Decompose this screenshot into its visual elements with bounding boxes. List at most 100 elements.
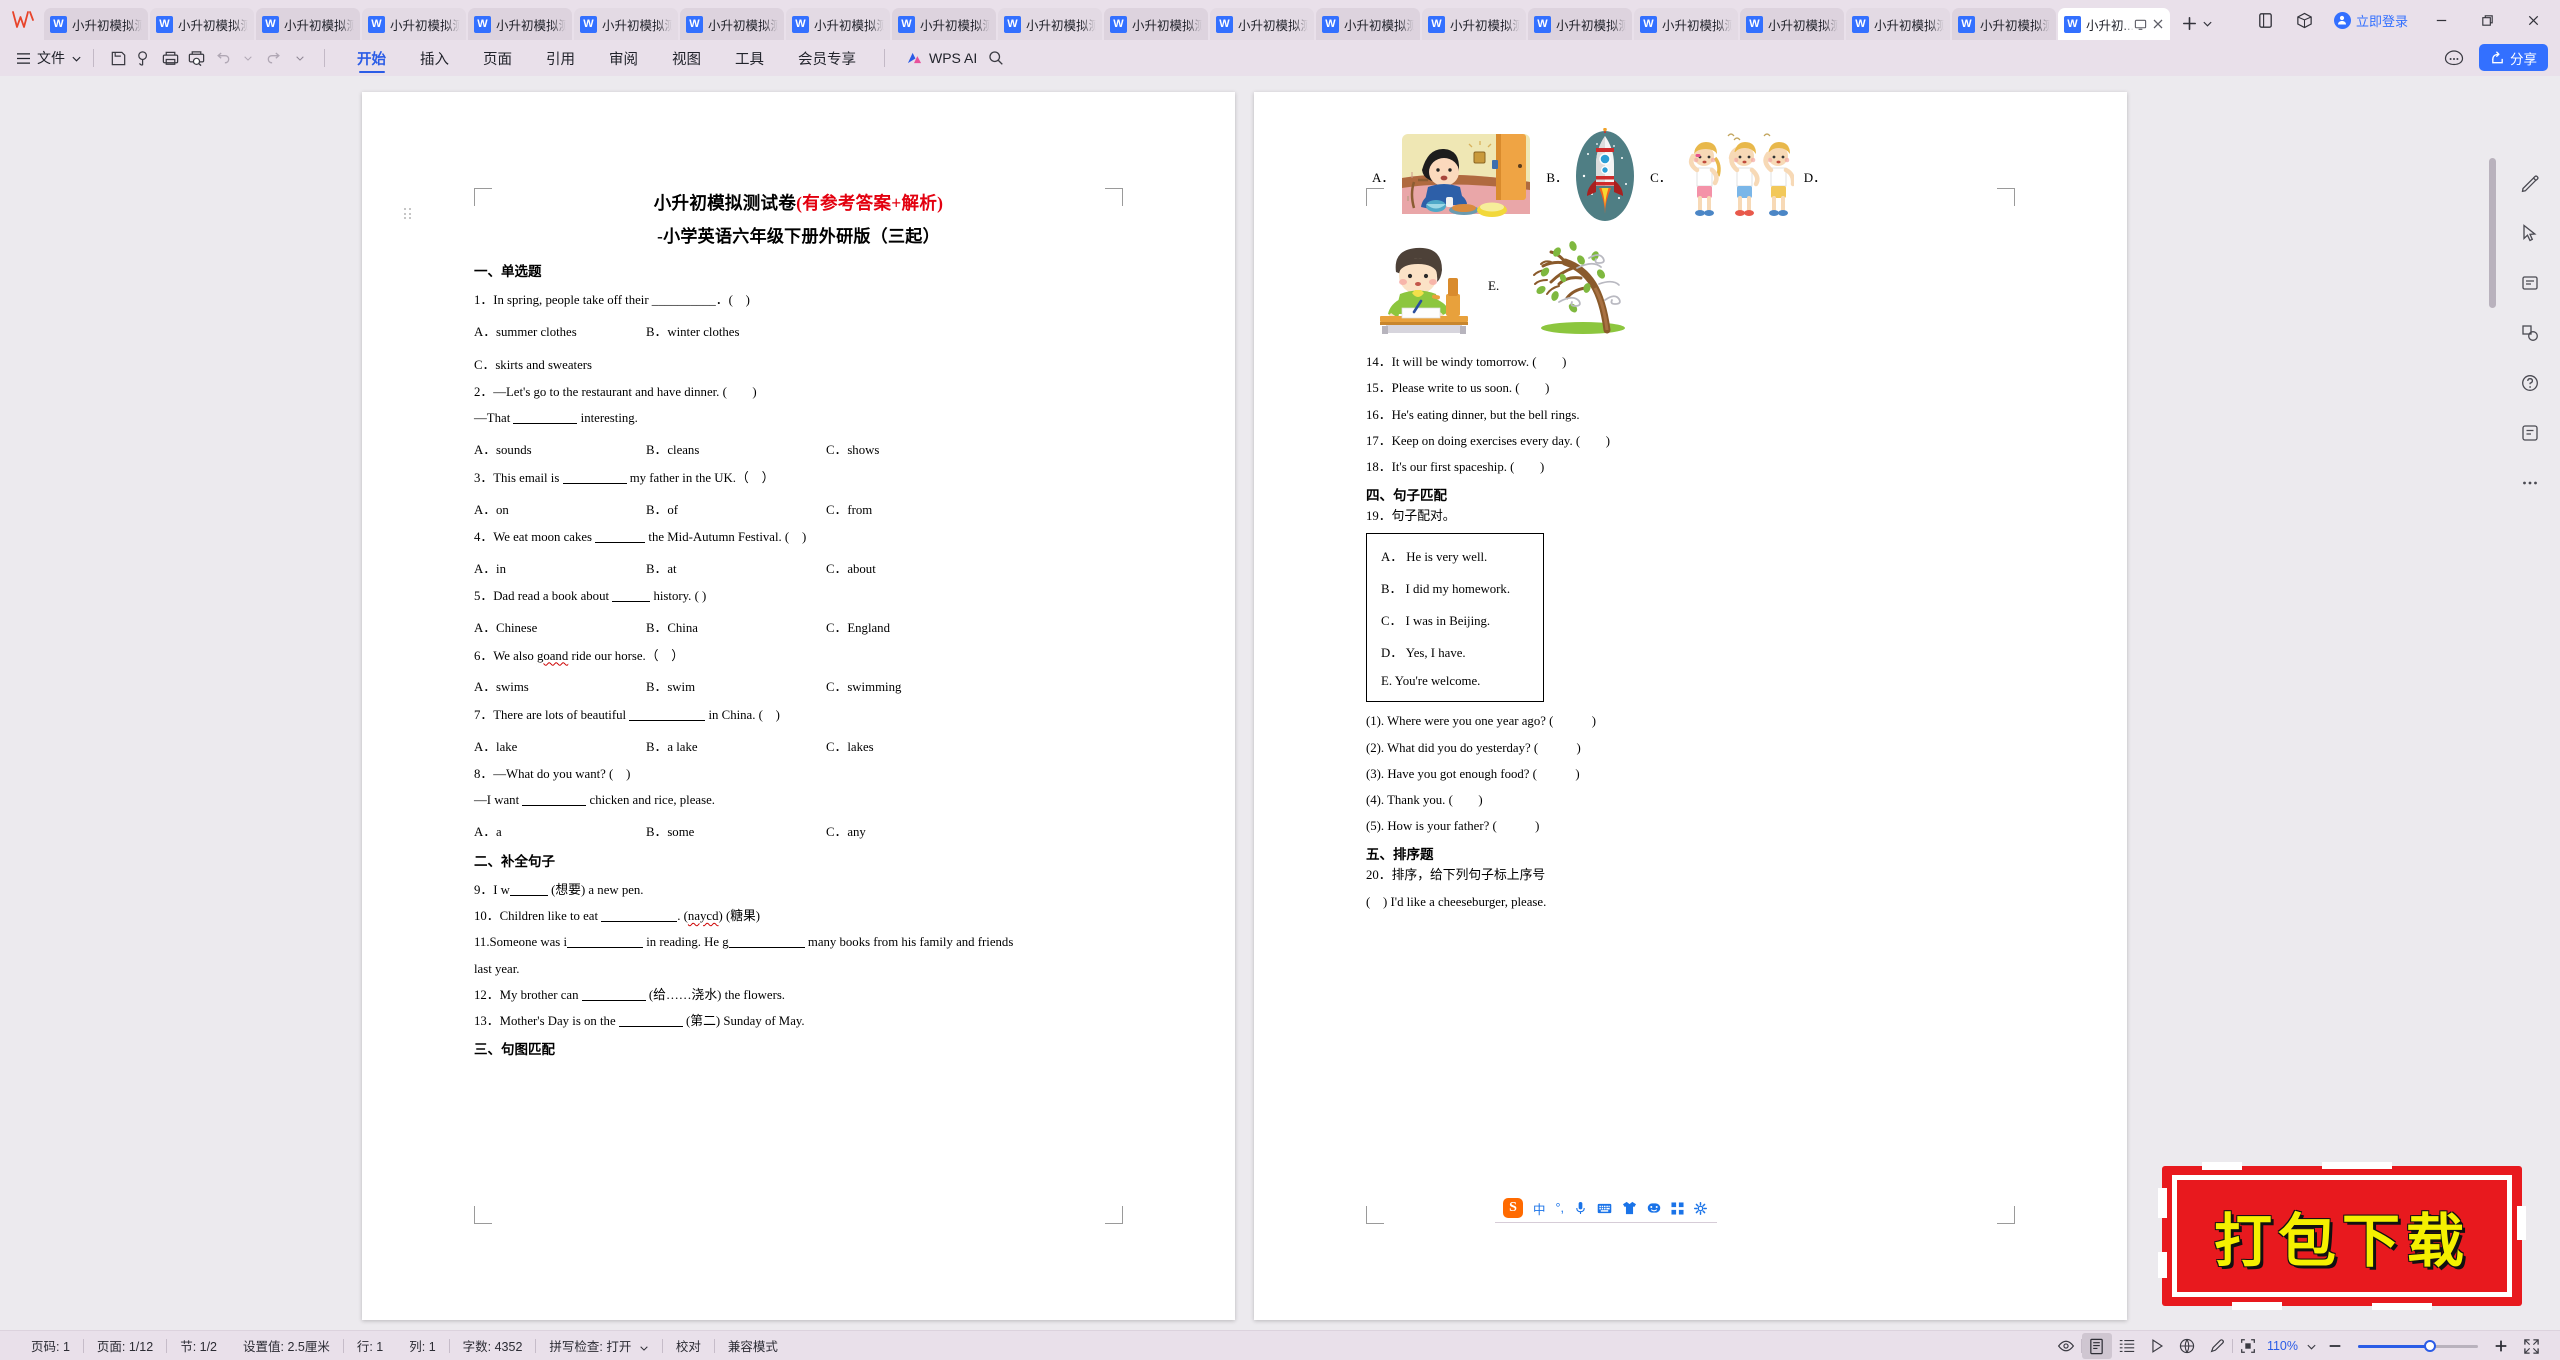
zoom-out-button[interactable] <box>2320 1333 2350 1359</box>
document-page-left[interactable]: 小升初模拟测试卷(有参考答案+解析) -小学英语六年级下册外研版（三起） 一、单… <box>362 92 1235 1320</box>
undo-dropdown-icon[interactable] <box>235 45 261 71</box>
save-icon[interactable] <box>105 45 131 71</box>
ribbon-tab-page[interactable]: 页面 <box>466 41 529 75</box>
feedback-icon[interactable] <box>2515 418 2545 448</box>
status-word-count[interactable]: 字数: 4352 <box>450 1336 536 1355</box>
document-tab[interactable]: W 小升初模拟测... <box>1952 8 2056 40</box>
document-tab[interactable]: W 小升初模拟测... <box>1422 8 1526 40</box>
status-margin-value[interactable]: 设置值: 2.5厘米 <box>230 1336 343 1355</box>
status-page-number[interactable]: 页码: 1 <box>18 1336 83 1355</box>
undo-icon[interactable] <box>209 45 235 71</box>
zoom-dropdown-icon[interactable] <box>2302 1333 2320 1359</box>
document-tab[interactable]: W 小升初模拟测... <box>680 8 784 40</box>
ribbon-tab-insert[interactable]: 插入 <box>403 41 466 75</box>
print-preview-icon[interactable] <box>183 45 209 71</box>
fullscreen-icon[interactable] <box>2516 1333 2546 1359</box>
app-center-icon[interactable] <box>2295 11 2314 30</box>
status-page-count[interactable]: 页面: 1/12 <box>84 1336 166 1355</box>
help-icon[interactable] <box>2515 368 2545 398</box>
new-tab-button[interactable] <box>2180 14 2213 33</box>
settings-icon[interactable] <box>1694 1201 1707 1215</box>
status-proofread[interactable]: 校对 <box>663 1336 714 1355</box>
more-dots-icon[interactable] <box>2515 468 2545 498</box>
ribbon-tab-review[interactable]: 审阅 <box>592 41 655 75</box>
ime-mode-label[interactable]: 中 <box>1533 1199 1546 1218</box>
ocr-icon[interactable] <box>2515 268 2545 298</box>
share-button[interactable]: 分享 <box>2479 44 2548 71</box>
zoom-slider-knob[interactable] <box>2424 1340 2436 1352</box>
pointer-icon[interactable] <box>2515 218 2545 248</box>
hamburger-icon <box>16 52 30 64</box>
ribbon-tab-member[interactable]: 会员专享 <box>781 41 873 75</box>
highlighter-icon[interactable] <box>2202 1333 2232 1359</box>
vertical-scrollbar[interactable] <box>2488 158 2498 1294</box>
mic-icon[interactable] <box>1574 1201 1587 1215</box>
document-tab[interactable]: W 小升初模拟测... <box>892 8 996 40</box>
document-tab[interactable]: W 小升初模拟测... <box>786 8 890 40</box>
tab-display-icon[interactable] <box>2134 18 2147 31</box>
document-tab[interactable]: W 小升初模拟测... <box>44 8 148 40</box>
zoom-slider[interactable] <box>2358 1339 2478 1353</box>
document-tab[interactable]: W 小升初模拟测... <box>1846 8 1950 40</box>
page-layout-icon[interactable] <box>2081 1333 2112 1359</box>
status-column[interactable]: 列: 1 <box>396 1336 448 1355</box>
status-line[interactable]: 行: 1 <box>344 1336 396 1355</box>
close-window-button[interactable] <box>2520 7 2546 33</box>
presentation-icon[interactable] <box>2142 1333 2172 1359</box>
skin-icon[interactable] <box>1622 1201 1637 1215</box>
search-replace-icon[interactable] <box>131 45 157 71</box>
document-tab[interactable]: W 小升初模拟测... <box>1104 8 1208 40</box>
ribbon-tab-view[interactable]: 视图 <box>655 41 718 75</box>
sogou-ime-toolbar[interactable]: S 中 °, <box>1503 1197 1707 1219</box>
document-tab[interactable]: W 小升初模拟测... <box>150 8 254 40</box>
document-tab[interactable]: W 小升初模拟测... <box>362 8 466 40</box>
wps-ai-button[interactable]: WPS AI <box>906 50 977 66</box>
document-tab[interactable]: W 小升初模拟测... <box>1634 8 1738 40</box>
document-tab[interactable]: W 小升初模拟测... <box>1316 8 1420 40</box>
status-compat-mode[interactable]: 兼容模式 <box>715 1336 791 1355</box>
eye-icon[interactable] <box>2051 1333 2081 1359</box>
login-button[interactable]: 立即登录 <box>2333 11 2408 30</box>
ime-punctuation-toggle[interactable]: °, <box>1556 1201 1564 1215</box>
outline-icon[interactable] <box>2112 1333 2142 1359</box>
apps-icon[interactable] <box>1671 1201 1684 1215</box>
document-tab[interactable]: W 小升初模拟测... <box>574 8 678 40</box>
document-tab[interactable]: W 小升初模拟测... <box>1528 8 1632 40</box>
redo-icon[interactable] <box>261 45 287 71</box>
redo-dropdown-icon[interactable] <box>287 45 313 71</box>
maximize-restore-button[interactable] <box>2474 7 2500 33</box>
ribbon-tab-start[interactable]: 开始 <box>340 41 403 75</box>
document-tab[interactable]: W 小升初模拟测... <box>1210 8 1314 40</box>
search-icon[interactable] <box>983 45 1009 71</box>
paragraph-drag-handle[interactable] <box>404 208 413 221</box>
scrollbar-thumb[interactable] <box>2489 158 2496 308</box>
tab-list-icon[interactable] <box>2256 11 2275 30</box>
document-tab-active[interactable]: W 小升初... <box>2058 8 2170 40</box>
print-icon[interactable] <box>157 45 183 71</box>
document-page-right[interactable]: A． B． C． D． E. 14．It will be windy tomor… <box>1254 92 2127 1320</box>
more-options-icon[interactable] <box>2441 45 2467 71</box>
ribbon-tab-tools[interactable]: 工具 <box>718 41 781 75</box>
file-menu-button[interactable]: 文件 <box>16 48 82 68</box>
status-section[interactable]: 节: 1/2 <box>167 1336 230 1355</box>
document-tab[interactable]: W 小升初模拟测... <box>256 8 360 40</box>
document-text-right[interactable]: A． B． C． D． E. 14．It will be windy tomor… <box>1366 120 2015 908</box>
zoom-level-label[interactable]: 110% <box>2263 1339 2302 1353</box>
document-text-left[interactable]: 小升初模拟测试卷(有参考答案+解析) -小学英语六年级下册外研版（三起） 一、单… <box>474 190 1123 1060</box>
document-work-area[interactable]: 小升初模拟测试卷(有参考答案+解析) -小学英语六年级下册外研版（三起） 一、单… <box>0 76 2560 1330</box>
minimize-button[interactable] <box>2428 7 2454 33</box>
document-tab[interactable]: W 小升初模拟测... <box>998 8 1102 40</box>
shape-icon[interactable] <box>2515 318 2545 348</box>
sogou-logo-icon[interactable]: S <box>1503 1198 1523 1218</box>
document-tab[interactable]: W 小升初模拟测... <box>1740 8 1844 40</box>
fullscreen-reading-icon[interactable] <box>2233 1333 2263 1359</box>
zoom-in-button[interactable] <box>2486 1333 2516 1359</box>
ribbon-tab-reference[interactable]: 引用 <box>529 41 592 75</box>
tab-close-icon[interactable] <box>2152 18 2164 30</box>
edit-pen-icon[interactable] <box>2515 168 2545 198</box>
document-tab[interactable]: W 小升初模拟测... <box>468 8 572 40</box>
web-layout-icon[interactable] <box>2172 1333 2202 1359</box>
emoji-icon[interactable] <box>1647 1201 1661 1215</box>
keyboard-icon[interactable] <box>1597 1202 1612 1215</box>
status-spellcheck[interactable]: 拼写检查: 打开 <box>536 1336 661 1355</box>
